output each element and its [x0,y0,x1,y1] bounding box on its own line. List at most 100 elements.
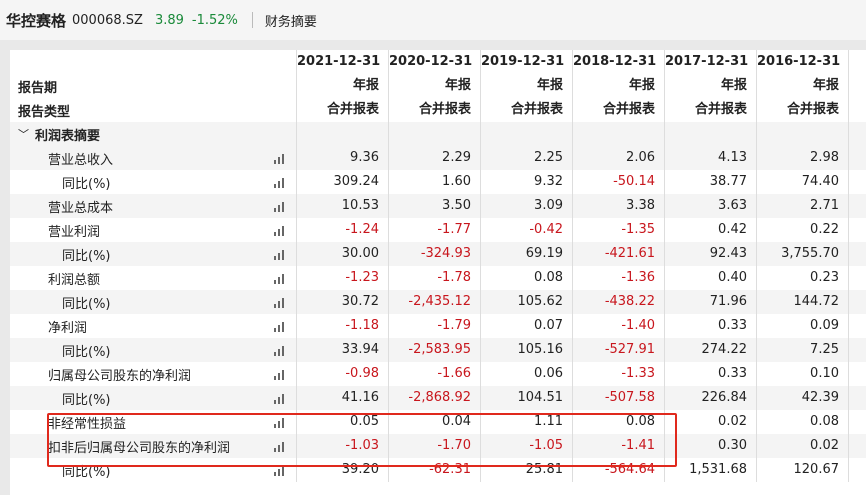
bar-chart-icon[interactable] [274,465,286,476]
table-cell: 1,531.68 [664,458,756,482]
report-period-label: 报告期 [18,80,58,96]
bar-chart-icon[interactable] [274,369,286,380]
table-cell: 1.60 [388,170,480,194]
table-row-label: 同比(%) [10,458,296,482]
bar-chart-icon[interactable] [274,393,286,404]
table-cell: 0.10 [756,362,848,386]
table-cell: 104.51 [480,386,572,410]
row-label-text: 同比(%) [62,392,111,408]
date-header: 2021-12-31 [296,50,388,74]
table-cell: -2,868.92 [388,386,480,410]
table-cell: -1.23 [296,266,388,290]
date-header: 2018-12-31 [572,50,664,74]
table-row: 309.24 1.60 9.32 -50.14 38.77 74.40 [296,170,866,194]
table-cell: -1.77 [388,218,480,242]
report-type-cell: 合并报表 [572,98,664,122]
stock-price: 3.89 [154,12,184,28]
table-cell: -438.22 [572,290,664,314]
table-cell: -1.05 [480,434,572,458]
date-header: 2019-12-31 [480,50,572,74]
table-row-label: 非经常性损益 [10,410,296,434]
table-cell: 41.16 [296,386,388,410]
empty-cell [572,122,664,146]
table-cell: 30.00 [296,242,388,266]
empty-cell [848,266,866,290]
values-grid: 2021-12-31 2020-12-31 2019-12-31 2018-12-31… [296,50,866,482]
empty-cell [848,122,866,146]
table-cell: 74.40 [756,170,848,194]
table-cell: 274.22 [664,338,756,362]
bar-chart-icon[interactable] [274,321,286,332]
table-cell: -527.91 [572,338,664,362]
stock-code: 000068.SZ [72,12,143,28]
bar-chart-icon[interactable] [274,273,286,284]
table-cell: -0.98 [296,362,388,386]
row-label-text: 利润总额 [48,272,101,288]
table-row: -1.23 -1.78 0.08 -1.36 0.40 0.23 [296,266,866,290]
empty-cell [848,338,866,362]
empty-cell [848,170,866,194]
empty-cell [848,194,866,218]
table-cell: -421.61 [572,242,664,266]
report-period-cell: 年报 [756,74,848,98]
table-cell: -50.14 [572,170,664,194]
date-header: 2016-12-31 [756,50,848,74]
financial-table: 报告期 报告类型 ﹀ 利润表摘要 营业总收入 同比(%) 营业总成本 营业利润 同比(%… [10,50,866,495]
table-cell: 144.72 [756,290,848,314]
bar-chart-icon[interactable] [274,345,286,356]
table-cell: 0.40 [664,266,756,290]
empty-cell [480,122,572,146]
table-cell: 2.25 [480,146,572,170]
table-row-label: 净利润 [10,314,296,338]
bar-chart-icon[interactable] [274,201,286,212]
stock-header: 华控赛格 000068.SZ 3.89 -1.52% 财务摘要 [0,0,866,40]
table-cell: -2,435.12 [388,290,480,314]
row-label-text: 扣非后归属母公司股东的净利润 [48,440,231,456]
report-type-row: 合并报表 合并报表 合并报表 合并报表 合并报表 合并报表 [296,98,866,122]
table-cell: 0.02 [756,434,848,458]
report-type-cell: 合并报表 [296,98,388,122]
table-row: -1.03 -1.70 -1.05 -1.41 0.30 0.02 [296,434,866,458]
bar-chart-icon[interactable] [274,249,286,260]
table-row: 30.00 -324.93 69.19 -421.61 92.43 3,755.70 [296,242,866,266]
row-label-text: 同比(%) [62,296,111,312]
table-cell: 0.05 [296,410,388,434]
stock-change: -1.52% [191,12,238,28]
bar-chart-icon[interactable] [274,417,286,428]
table-cell: -1.78 [388,266,480,290]
table-cell: -1.24 [296,218,388,242]
empty-cell [848,146,866,170]
bar-chart-icon[interactable] [274,153,286,164]
table-cell: -1.40 [572,314,664,338]
table-row: -1.18 -1.79 0.07 -1.40 0.33 0.09 [296,314,866,338]
row-label-text: 营业总成本 [48,200,114,216]
empty-cell [848,290,866,314]
table-row: 33.94 -2,583.95 105.16 -527.91 274.22 7.25 [296,338,866,362]
table-cell: 38.77 [664,170,756,194]
section-income-summary[interactable]: ﹀ 利润表摘要 [10,122,296,146]
table-cell: 39.20 [296,458,388,482]
table-cell: 92.43 [664,242,756,266]
table-cell: 0.04 [388,410,480,434]
tab-financial-summary[interactable]: 财务摘要 [265,11,317,30]
bar-chart-icon[interactable] [274,177,286,188]
table-cell: 3.50 [388,194,480,218]
bar-chart-icon[interactable] [274,297,286,308]
table-cell: 105.62 [480,290,572,314]
table-cell: 69.19 [480,242,572,266]
empty-cell [848,410,866,434]
table-cell: -1.18 [296,314,388,338]
table-cell: 0.02 [664,410,756,434]
bar-chart-icon[interactable] [274,441,286,452]
row-label-text: 净利润 [48,320,88,336]
table-cell: -1.33 [572,362,664,386]
table-cell: 2.29 [388,146,480,170]
chevron-down-icon[interactable]: ﹀ [18,126,29,142]
table-row-label: 营业利润 [10,218,296,242]
section-row [296,122,866,146]
table-row-label: 归属母公司股东的净利润 [10,362,296,386]
table-cell: 9.32 [480,170,572,194]
bar-chart-icon[interactable] [274,225,286,236]
table-cell: -1.35 [572,218,664,242]
row-label-text: 营业总收入 [48,152,114,168]
